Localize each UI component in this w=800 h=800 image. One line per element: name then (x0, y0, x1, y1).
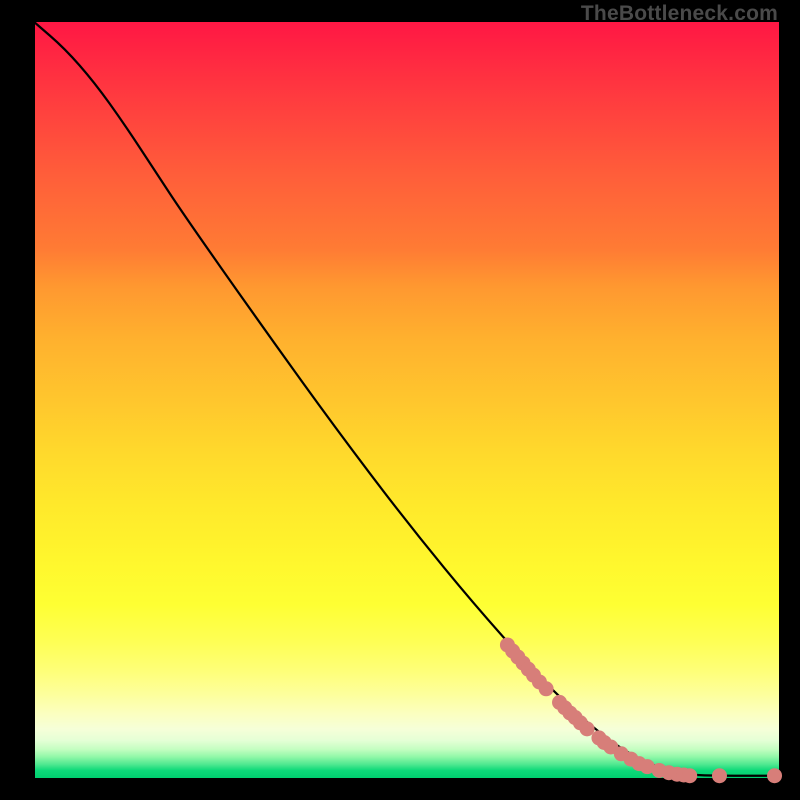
data-points (500, 637, 782, 783)
data-point (539, 681, 554, 696)
chart-svg (35, 22, 779, 778)
data-point (580, 721, 595, 736)
bottleneck-curve (35, 23, 778, 776)
data-point (712, 768, 727, 783)
data-point (682, 768, 697, 783)
plot-area (35, 22, 779, 778)
chart-frame: TheBottleneck.com (0, 0, 800, 800)
data-point (767, 768, 782, 783)
